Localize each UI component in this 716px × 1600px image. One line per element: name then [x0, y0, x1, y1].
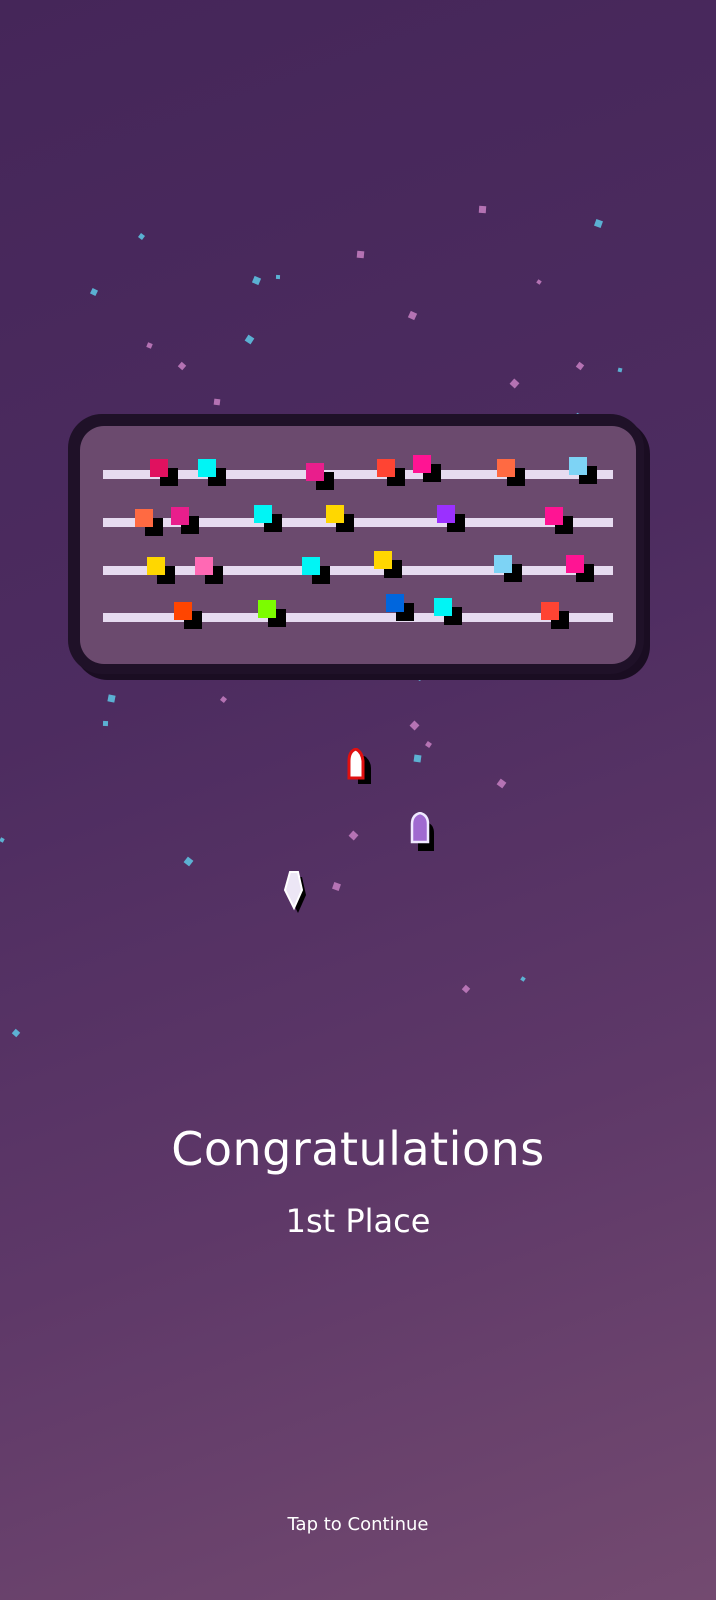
lane-block	[545, 507, 563, 525]
confetti-piece	[107, 694, 116, 703]
lane-block	[302, 557, 320, 575]
lane-block	[174, 602, 192, 620]
lane-block	[377, 459, 395, 477]
confetti-piece	[478, 205, 487, 214]
confetti-piece	[244, 334, 255, 345]
game-scene[interactable]: Congratulations 1st Place Tap to Continu…	[0, 0, 716, 1600]
lane-block	[494, 555, 512, 573]
lane-block	[135, 509, 153, 527]
board-lane	[103, 470, 613, 479]
lane-block	[566, 555, 584, 573]
confetti-piece	[461, 984, 471, 994]
lane-block	[150, 459, 168, 477]
confetti-piece	[414, 672, 424, 682]
confetti-piece	[11, 1028, 21, 1038]
confetti-piece	[575, 361, 585, 371]
congratulations-title: Congratulations	[171, 1122, 545, 1176]
lane-block	[171, 507, 189, 525]
confetti-piece	[275, 274, 281, 280]
confetti-piece	[536, 279, 542, 285]
purple-pawn-icon	[410, 812, 434, 851]
confetti-piece	[89, 287, 99, 297]
confetti-piece	[0, 837, 5, 843]
confetti-piece	[251, 275, 262, 286]
confetti-piece	[413, 754, 422, 763]
lane-block	[541, 602, 559, 620]
confetti-piece	[356, 250, 365, 259]
lane-block	[258, 600, 276, 618]
lane-block	[434, 598, 452, 616]
confetti-piece	[348, 830, 359, 841]
board-lane	[103, 566, 613, 575]
confetti-piece	[146, 342, 153, 349]
confetti-piece	[617, 367, 623, 373]
tap-to-continue-button[interactable]: Tap to Continue	[258, 1508, 458, 1541]
confetti-piece	[425, 741, 432, 748]
confetti-piece	[520, 976, 526, 982]
confetti-piece	[137, 232, 146, 241]
confetti-piece	[409, 720, 420, 731]
lane-block	[147, 557, 165, 575]
confetti-piece	[496, 778, 507, 789]
lane-block	[497, 459, 515, 477]
lane-block	[569, 457, 587, 475]
confetti-piece	[177, 361, 187, 371]
lane-block	[413, 455, 431, 473]
confetti-piece	[332, 882, 341, 891]
lane-block	[306, 463, 324, 481]
lane-block	[326, 505, 344, 523]
lane-block	[195, 557, 213, 575]
red-outline-pawn-icon	[347, 748, 371, 784]
white-gem-icon	[283, 871, 306, 913]
confetti-piece	[102, 720, 109, 727]
lane-block	[374, 551, 392, 569]
lane-block	[386, 594, 404, 612]
placement-label: 1st Place	[285, 1202, 431, 1240]
confetti-piece	[407, 310, 418, 321]
lane-block	[437, 505, 455, 523]
confetti-piece	[509, 378, 520, 389]
confetti-piece	[219, 695, 228, 704]
confetti-piece	[594, 219, 603, 228]
lane-block	[254, 505, 272, 523]
lane-block	[198, 459, 216, 477]
confetti-piece	[213, 398, 221, 406]
confetti-piece	[183, 856, 194, 867]
